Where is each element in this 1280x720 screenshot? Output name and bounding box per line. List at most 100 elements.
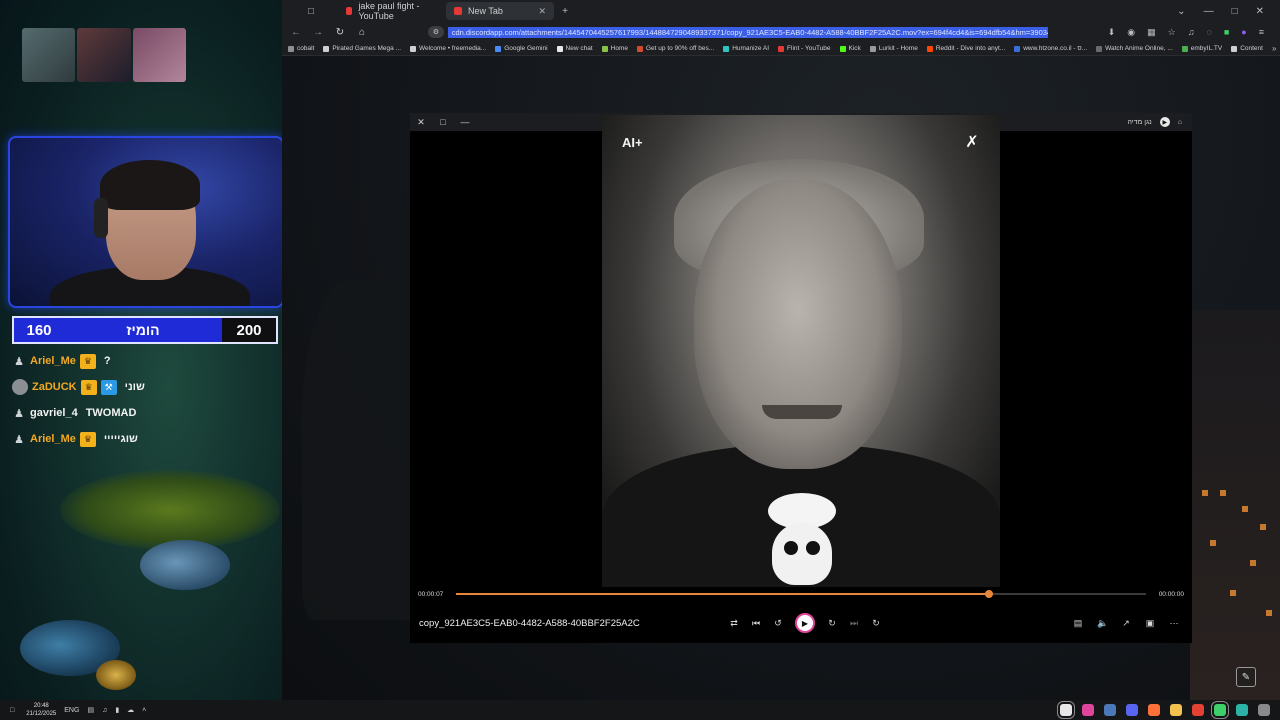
bookmark[interactable]: Welcome • freemedia... — [410, 45, 486, 52]
url-text[interactable]: cdn.discordapp.com/attachments/144547044… — [447, 26, 1048, 38]
media-player-icon[interactable] — [1057, 701, 1075, 719]
close-tab-icon[interactable]: ✕ — [538, 6, 546, 17]
bookmark[interactable]: Watch Anime Online, ... — [1096, 45, 1173, 52]
home-icon[interactable]: ⌂ — [356, 27, 368, 38]
restore-icon[interactable]: □ — [432, 117, 454, 127]
home-icon[interactable]: ⌂ — [1178, 119, 1182, 126]
battery-icon[interactable]: ▮ — [115, 706, 119, 714]
next-icon[interactable]: ⏭ — [849, 618, 859, 629]
city-background — [1190, 310, 1280, 700]
firefox-icon[interactable] — [1148, 704, 1160, 716]
bookmark[interactable]: Home — [601, 45, 628, 52]
avatar — [12, 379, 28, 395]
avatar — [132, 28, 186, 82]
chat-username: Ariel_Me — [30, 355, 76, 367]
file-explorer-icon[interactable] — [1170, 704, 1182, 716]
close-window-icon[interactable]: ✕ — [1256, 6, 1264, 17]
extensions-icon[interactable]: ▦ — [1147, 27, 1156, 38]
account-icon[interactable]: ◉ — [1127, 27, 1135, 38]
download-icon[interactable]: ⬇ — [1108, 27, 1116, 38]
bookmark-icon[interactable]: ☆ — [1168, 27, 1176, 38]
total-time: 00:00:00 — [1158, 590, 1184, 598]
bookmark[interactable]: embyIL.TV — [1181, 45, 1222, 52]
notification-icon[interactable]: □ — [10, 707, 14, 714]
bookmark[interactable]: cobalt — [288, 45, 314, 52]
minimize-icon[interactable]: — — [1204, 6, 1214, 17]
chrome-icon[interactable] — [1192, 704, 1204, 716]
chat-username: ZaDUCK — [32, 381, 77, 393]
rewind-icon[interactable]: ↺ — [773, 618, 783, 629]
user-icon: ♟ — [14, 407, 24, 420]
seek-bar[interactable] — [456, 590, 1146, 598]
kick-icon — [839, 45, 846, 52]
volume-icon[interactable]: 🔈 — [1097, 618, 1108, 629]
extension-green-icon[interactable]: ■ — [1224, 27, 1229, 38]
tab-new-tab[interactable]: New Tab ✕ — [446, 2, 554, 20]
network-icon[interactable]: ▤ — [87, 706, 94, 714]
youtube-icon — [346, 7, 353, 15]
reload-icon[interactable]: ↻ — [334, 27, 346, 38]
capcut-logo-icon: ✗ — [965, 134, 979, 151]
tray-chevron-icon[interactable]: ˄ — [142, 707, 146, 714]
captions-icon[interactable]: ▤ — [1073, 618, 1083, 629]
bookmark[interactable]: Kick — [839, 45, 861, 52]
chat-username: Ariel_Me — [30, 433, 76, 445]
seek-handle[interactable] — [985, 590, 994, 598]
more-bookmarks-icon[interactable]: » — [1272, 44, 1280, 53]
crown-icon: ♛ — [79, 353, 96, 369]
bookmark[interactable]: www.htzone.co.il - ס... — [1014, 45, 1087, 52]
menu-icon[interactable]: ≡ — [1259, 27, 1264, 38]
bookmark[interactable]: New chat — [556, 45, 593, 52]
speaker-icon[interactable]: ♫ — [102, 707, 107, 714]
bookmark[interactable]: Get up to 90% off bes... — [637, 45, 714, 52]
new-tab-button[interactable]: + — [554, 0, 576, 22]
tab-youtube[interactable]: jake paul fight - YouTube — [338, 1, 446, 21]
clock[interactable]: 20:48 21/12/2025 — [26, 702, 56, 718]
app-teal-icon[interactable] — [1236, 704, 1248, 716]
tab-actions-icon[interactable]: □ — [300, 0, 322, 22]
app-grey-icon[interactable] — [1258, 704, 1270, 716]
fullscreen-icon[interactable]: ↗ — [1121, 618, 1131, 629]
steam-icon[interactable] — [1104, 704, 1116, 716]
avatar — [77, 28, 131, 82]
forward-icon[interactable]: → — [312, 27, 324, 38]
bookmark[interactable]: Lurkit - Home — [869, 45, 918, 52]
edit-pencil-icon[interactable]: ✎ — [1236, 667, 1256, 687]
previous-icon[interactable]: ⏮ — [751, 618, 761, 629]
cloud-icon[interactable]: ☁ — [127, 706, 134, 714]
browser-green-icon[interactable] — [1211, 701, 1229, 719]
repeat-off-icon[interactable]: ↻ — [871, 618, 881, 629]
player-controls: copy_921AE3C5-EAB0-4482-A588-40BBF2F25A2… — [410, 609, 1192, 637]
bookmark[interactable]: Content — [1231, 45, 1263, 52]
minimize-icon[interactable]: — — [454, 117, 476, 127]
extension-purple-icon[interactable]: ● — [1241, 27, 1246, 38]
discord-icon[interactable] — [1126, 704, 1138, 716]
back-icon[interactable]: ← — [290, 27, 302, 38]
language-indicator[interactable]: ENG — [64, 707, 79, 714]
chat-message: ♟ Ariel_Me ♛ שוגייייי — [12, 426, 272, 452]
player-pink-icon[interactable] — [1082, 704, 1094, 716]
fish-decoration — [96, 660, 136, 690]
bookmark[interactable]: Flint - YouTube — [778, 45, 831, 52]
bookmark[interactable]: Google Gemini — [495, 45, 548, 52]
bookmark[interactable]: Pirated Games Mega ... — [323, 45, 401, 52]
url-field[interactable]: ⚙ cdn.discordapp.com/attachments/1445470… — [428, 25, 1048, 39]
maximize-icon[interactable]: □ — [1232, 6, 1238, 17]
shuffle-icon[interactable]: ⇄ — [729, 618, 739, 629]
volume-icon[interactable]: ♫ — [1188, 27, 1195, 38]
chat-text: שוגייייי — [103, 433, 138, 445]
close-icon[interactable]: ✕ — [410, 117, 432, 128]
mini-player-icon[interactable]: ▣ — [1145, 618, 1155, 629]
youtube-icon — [778, 45, 785, 52]
forward-icon[interactable]: ↻ — [827, 618, 837, 629]
tab-search-icon[interactable]: ⌄ — [1177, 6, 1185, 17]
file-name: copy_921AE3C5-EAB0-4482-A588-40BBF2F25A2… — [419, 617, 640, 629]
play-button[interactable]: ▶ — [795, 613, 815, 633]
player-app-name: נגן מדיה — [1127, 118, 1152, 126]
ai-watermark: AI+ — [622, 135, 643, 150]
translate-icon[interactable]: ◌ — [1207, 27, 1212, 38]
site-info-icon[interactable]: ⚙ — [428, 26, 444, 38]
bookmark[interactable]: Humanize AI — [723, 45, 769, 52]
bookmark[interactable]: Reddit - Dive into anyt... — [926, 45, 1005, 52]
more-options-icon[interactable]: ⋯ — [1169, 618, 1179, 629]
